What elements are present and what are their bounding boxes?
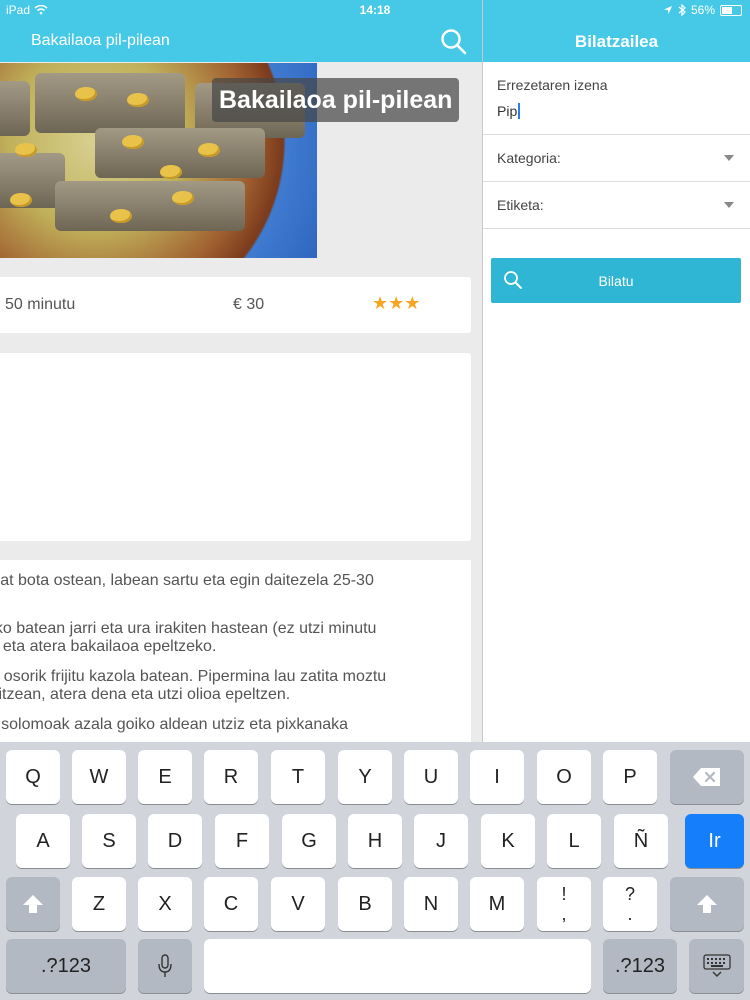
step-line: tzali eta atera bakailaoa epeltzeko. xyxy=(0,638,217,655)
key-exclamation-label: ! xyxy=(561,884,567,904)
battery-icon xyxy=(720,4,742,16)
key-d[interactable]: D xyxy=(148,814,202,868)
ingredients-card xyxy=(0,353,471,541)
price: € 30 xyxy=(233,296,265,313)
step-line: aoa solomoak azala goiko aldean utziz et… xyxy=(0,716,349,733)
status-bar: iPad 14:18 56% xyxy=(0,0,750,20)
status-time: 14:18 xyxy=(359,3,391,17)
onscreen-keyboard: Q W E R T Y U I O P A S D F G H J K L Ñ … xyxy=(0,742,750,1000)
hide-keyboard-key[interactable] xyxy=(689,939,744,993)
key-n[interactable]: N xyxy=(404,877,458,931)
key-o[interactable]: O xyxy=(537,750,591,804)
key-q[interactable]: Q xyxy=(6,750,60,804)
bluetooth-icon xyxy=(678,4,686,16)
recipe-header-title: Bakailaoa pil-pilean xyxy=(31,32,170,49)
backspace-key[interactable] xyxy=(670,750,744,804)
key-x[interactable]: X xyxy=(138,877,192,931)
steps-text: ka bat bota ostean, labean sartu eta egi… xyxy=(0,572,471,746)
key-period-label: . xyxy=(627,904,633,924)
recipe-name-field[interactable]: Errezetaren izena Pip xyxy=(483,63,750,135)
step-line: ka bat bota ostean, labean sartu eta egi… xyxy=(0,572,374,589)
key-question-label: ? xyxy=(624,884,635,904)
status-right: 56% xyxy=(663,3,742,17)
search-button-label: Bilatu xyxy=(598,273,634,289)
key-z[interactable]: Z xyxy=(72,877,126,931)
key-e[interactable]: E xyxy=(138,750,192,804)
cook-time: 50 minutu xyxy=(5,296,76,313)
microphone-icon xyxy=(158,954,172,977)
key-b[interactable]: B xyxy=(338,877,392,931)
recipe-info-card: 50 minutu € 30 ★★★ xyxy=(0,277,471,333)
star-rating: ★★★ xyxy=(372,293,421,313)
key-question-period[interactable]: ? . xyxy=(603,877,657,931)
numbers-key-right[interactable]: .?123 xyxy=(603,939,677,993)
shift-icon xyxy=(697,895,717,913)
key-s[interactable]: S xyxy=(82,814,136,868)
key-comma-label: , xyxy=(561,904,567,924)
key-p[interactable]: P xyxy=(603,750,657,804)
key-f[interactable]: F xyxy=(215,814,269,868)
search-icon[interactable] xyxy=(440,28,468,56)
backspace-icon xyxy=(693,768,720,786)
recipe-name-label: Errezetaren izena xyxy=(497,77,608,93)
key-m[interactable]: M xyxy=(470,877,524,931)
space-bar[interactable] xyxy=(204,939,591,993)
battery-percent: 56% xyxy=(690,3,715,17)
key-u[interactable]: U xyxy=(404,750,458,804)
search-header-title: Bilatzailea xyxy=(574,32,659,51)
text-caret xyxy=(518,103,521,119)
step-line: lapiko batean jarri eta ura irakiten has… xyxy=(0,620,377,637)
recipe-name-value: Pip xyxy=(497,103,518,119)
key-c[interactable]: C xyxy=(204,877,258,931)
key-l[interactable]: L xyxy=(547,814,601,868)
key-i[interactable]: I xyxy=(470,750,524,804)
search-button[interactable]: Bilatu xyxy=(491,258,741,303)
keyboard-hide-icon xyxy=(702,954,731,977)
recipe-title: Bakailaoa pil-pilean xyxy=(212,78,460,122)
tag-label: Etiketa: xyxy=(497,197,544,213)
shift-key-left[interactable] xyxy=(6,877,60,931)
recipe-name-input[interactable]: Pip xyxy=(497,103,521,119)
chevron-down-icon xyxy=(724,155,734,161)
key-t[interactable]: T xyxy=(271,750,325,804)
step-line: ekin osorik frijitu kazola batean. Piper… xyxy=(0,668,387,685)
key-j[interactable]: J xyxy=(414,814,468,868)
tag-select[interactable]: Etiketa: xyxy=(483,182,750,229)
key-n-tilde[interactable]: Ñ xyxy=(614,814,668,868)
key-h[interactable]: H xyxy=(348,814,402,868)
dictation-key[interactable] xyxy=(138,939,192,993)
key-w[interactable]: W xyxy=(72,750,126,804)
key-y[interactable]: Y xyxy=(338,750,392,804)
key-v[interactable]: V xyxy=(271,877,325,931)
key-r[interactable]: R xyxy=(204,750,258,804)
shift-icon xyxy=(23,895,43,913)
go-key[interactable]: Ir xyxy=(685,814,744,868)
step-line xyxy=(0,590,471,608)
shift-key-right[interactable] xyxy=(670,877,744,931)
step-line: gorritzean, atera dena eta utzi olioa ep… xyxy=(0,686,291,703)
numbers-key-left[interactable]: .?123 xyxy=(6,939,126,993)
key-a[interactable]: A xyxy=(16,814,70,868)
chevron-down-icon xyxy=(724,202,734,208)
key-exclamation-comma[interactable]: ! , xyxy=(537,877,591,931)
category-label: Kategoria: xyxy=(497,150,561,166)
key-k[interactable]: K xyxy=(481,814,535,868)
location-icon xyxy=(663,6,672,14)
key-g[interactable]: G xyxy=(282,814,336,868)
category-select[interactable]: Kategoria: xyxy=(483,135,750,182)
